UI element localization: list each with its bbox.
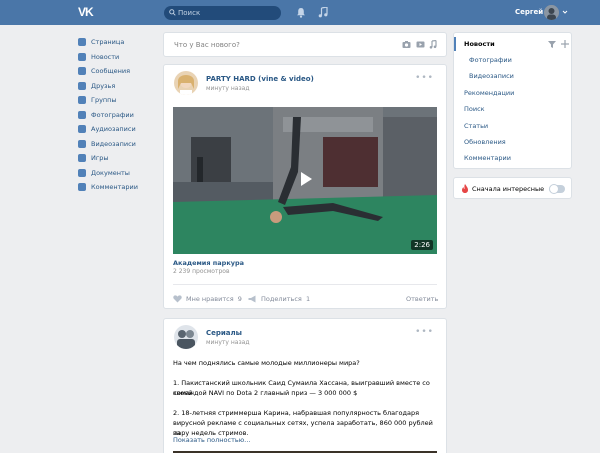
avatar[interactable] <box>544 5 559 20</box>
messages-icon <box>78 67 86 76</box>
sidebar-item-audio[interactable]: Аудиозаписи <box>78 122 158 137</box>
interesting-first-setting: Сначала интересные <box>453 177 572 199</box>
toggle-label: Сначала интересные <box>472 185 545 193</box>
post-author[interactable]: Сериалы <box>206 329 242 337</box>
avatar[interactable] <box>174 71 198 95</box>
sidebar-item-page[interactable]: Страница <box>78 35 158 50</box>
bell-icon[interactable] <box>296 7 306 18</box>
search-icon <box>169 9 176 16</box>
sidebar-item-messages[interactable]: Сообщения <box>78 64 158 79</box>
music-icon[interactable] <box>429 40 438 49</box>
groups-icon <box>78 96 86 105</box>
left-sidebar: Страница Новости Сообщения Друзья Группы… <box>78 35 158 195</box>
filter-item-comments[interactable]: Комментарии <box>464 154 511 162</box>
sidebar-item-photos[interactable]: Фотографии <box>78 108 158 123</box>
fire-icon <box>462 184 468 193</box>
reply-button[interactable]: Ответить <box>406 295 438 303</box>
user-name[interactable]: Сергей <box>515 8 543 17</box>
post-text-line: 2. 18-летняя стриммерша Карина, набравша… <box>173 409 420 417</box>
video-title[interactable]: Академия паркура <box>173 259 244 267</box>
plus-icon[interactable] <box>561 40 569 48</box>
post-composer[interactable]: Что у Вас нового? <box>163 32 447 57</box>
avatar[interactable] <box>174 325 198 349</box>
heart-icon <box>173 295 182 303</box>
sidebar-item-label: Сообщения <box>91 67 131 76</box>
post-time[interactable]: минуту назад <box>206 339 249 346</box>
home-icon <box>78 38 86 47</box>
filter-item-updates[interactable]: Обновления <box>464 138 506 146</box>
toggle-knob <box>549 184 559 194</box>
sidebar-item-label: Группы <box>91 96 117 105</box>
sidebar-item-groups[interactable]: Группы <box>78 93 158 108</box>
share-count: 1 <box>305 295 311 303</box>
filter-item-photos[interactable]: Фотографии <box>469 56 512 64</box>
filter-icon[interactable] <box>548 41 556 48</box>
post-text-line: командой NAVI по Dota 2 главный приз — 3… <box>173 389 358 397</box>
sidebar-item-label: Новости <box>91 52 120 61</box>
like-label: Мне нравится <box>186 295 234 303</box>
reply-label: Ответить <box>406 295 439 303</box>
video-icon[interactable] <box>416 40 425 49</box>
video-player[interactable]: 2:26 <box>173 107 437 254</box>
show-more-link[interactable]: Показать полностью… <box>173 436 251 444</box>
filter-item-recommendations[interactable]: Рекомендации <box>464 89 514 97</box>
photos-icon <box>78 110 86 119</box>
filter-item-articles[interactable]: Статьи <box>464 122 488 130</box>
sidebar-item-comments[interactable]: Комментарии <box>78 180 158 195</box>
active-indicator <box>454 37 456 51</box>
share-label: Поделиться <box>261 295 302 303</box>
sidebar-item-documents[interactable]: Документы <box>78 166 158 181</box>
games-icon <box>78 154 86 163</box>
sidebar-item-label: Документы <box>91 168 130 177</box>
sidebar-item-label: Видеозаписи <box>91 139 136 148</box>
sidebar-item-video[interactable]: Видеозаписи <box>78 137 158 152</box>
megaphone-icon <box>248 295 256 303</box>
composer-placeholder: Что у Вас нового? <box>174 41 240 49</box>
search-placeholder: Поиск <box>178 9 201 17</box>
documents-icon <box>78 168 86 177</box>
sidebar-item-label: Комментарии <box>91 183 138 192</box>
sidebar-item-label: Страница <box>91 38 125 47</box>
filter-item-search[interactable]: Поиск <box>464 105 485 113</box>
sidebar-item-news[interactable]: Новости <box>78 50 158 65</box>
camera-icon[interactable] <box>402 40 411 49</box>
post-text-line: На чем поднялись самые молодые миллионер… <box>173 359 360 367</box>
sidebar-item-friends[interactable]: Друзья <box>78 79 158 94</box>
sidebar-item-label: Аудиозаписи <box>91 125 136 134</box>
sidebar-item-label: Игры <box>91 154 109 163</box>
filter-item-videos[interactable]: Видеозаписи <box>469 72 514 80</box>
more-icon[interactable]: ••• <box>415 73 434 83</box>
video-views: 2 239 просмотров <box>173 268 230 275</box>
post-card: PARTY HARD (vine & video) минуту назад •… <box>163 64 447 309</box>
comments-icon <box>78 183 86 192</box>
sidebar-item-games[interactable]: Игры <box>78 151 158 166</box>
search-input[interactable]: Поиск <box>164 6 281 20</box>
sidebar-item-label: Фотографии <box>91 110 134 119</box>
share-button[interactable]: Поделиться 1 <box>248 295 310 303</box>
post-author[interactable]: PARTY HARD (vine & video) <box>206 75 314 83</box>
chevron-down-icon[interactable] <box>562 9 568 15</box>
music-icon[interactable] <box>318 7 328 18</box>
play-icon[interactable] <box>294 168 316 190</box>
divider <box>173 284 437 285</box>
more-icon[interactable]: ••• <box>415 327 434 337</box>
video-icon <box>78 139 86 148</box>
friends-icon <box>78 81 86 90</box>
interesting-first-toggle[interactable] <box>549 184 565 194</box>
post-time[interactable]: минуту назад <box>206 85 249 92</box>
audio-icon <box>78 125 86 134</box>
news-icon <box>78 52 86 61</box>
video-duration: 2:26 <box>411 240 433 250</box>
feed-filter-menu: Новости Фотографии Видеозаписи Рекоменда… <box>453 32 572 169</box>
filter-item-news[interactable]: Новости <box>464 40 495 48</box>
top-bar: VK Поиск Сергей <box>0 0 600 25</box>
post-card: Сериалы минуту назад ••• На чем поднялис… <box>163 318 447 453</box>
like-count: 9 <box>237 295 242 303</box>
like-button[interactable]: Мне нравится 9 <box>173 295 242 303</box>
vk-logo[interactable]: VK <box>78 6 96 18</box>
sidebar-item-label: Друзья <box>91 81 116 90</box>
